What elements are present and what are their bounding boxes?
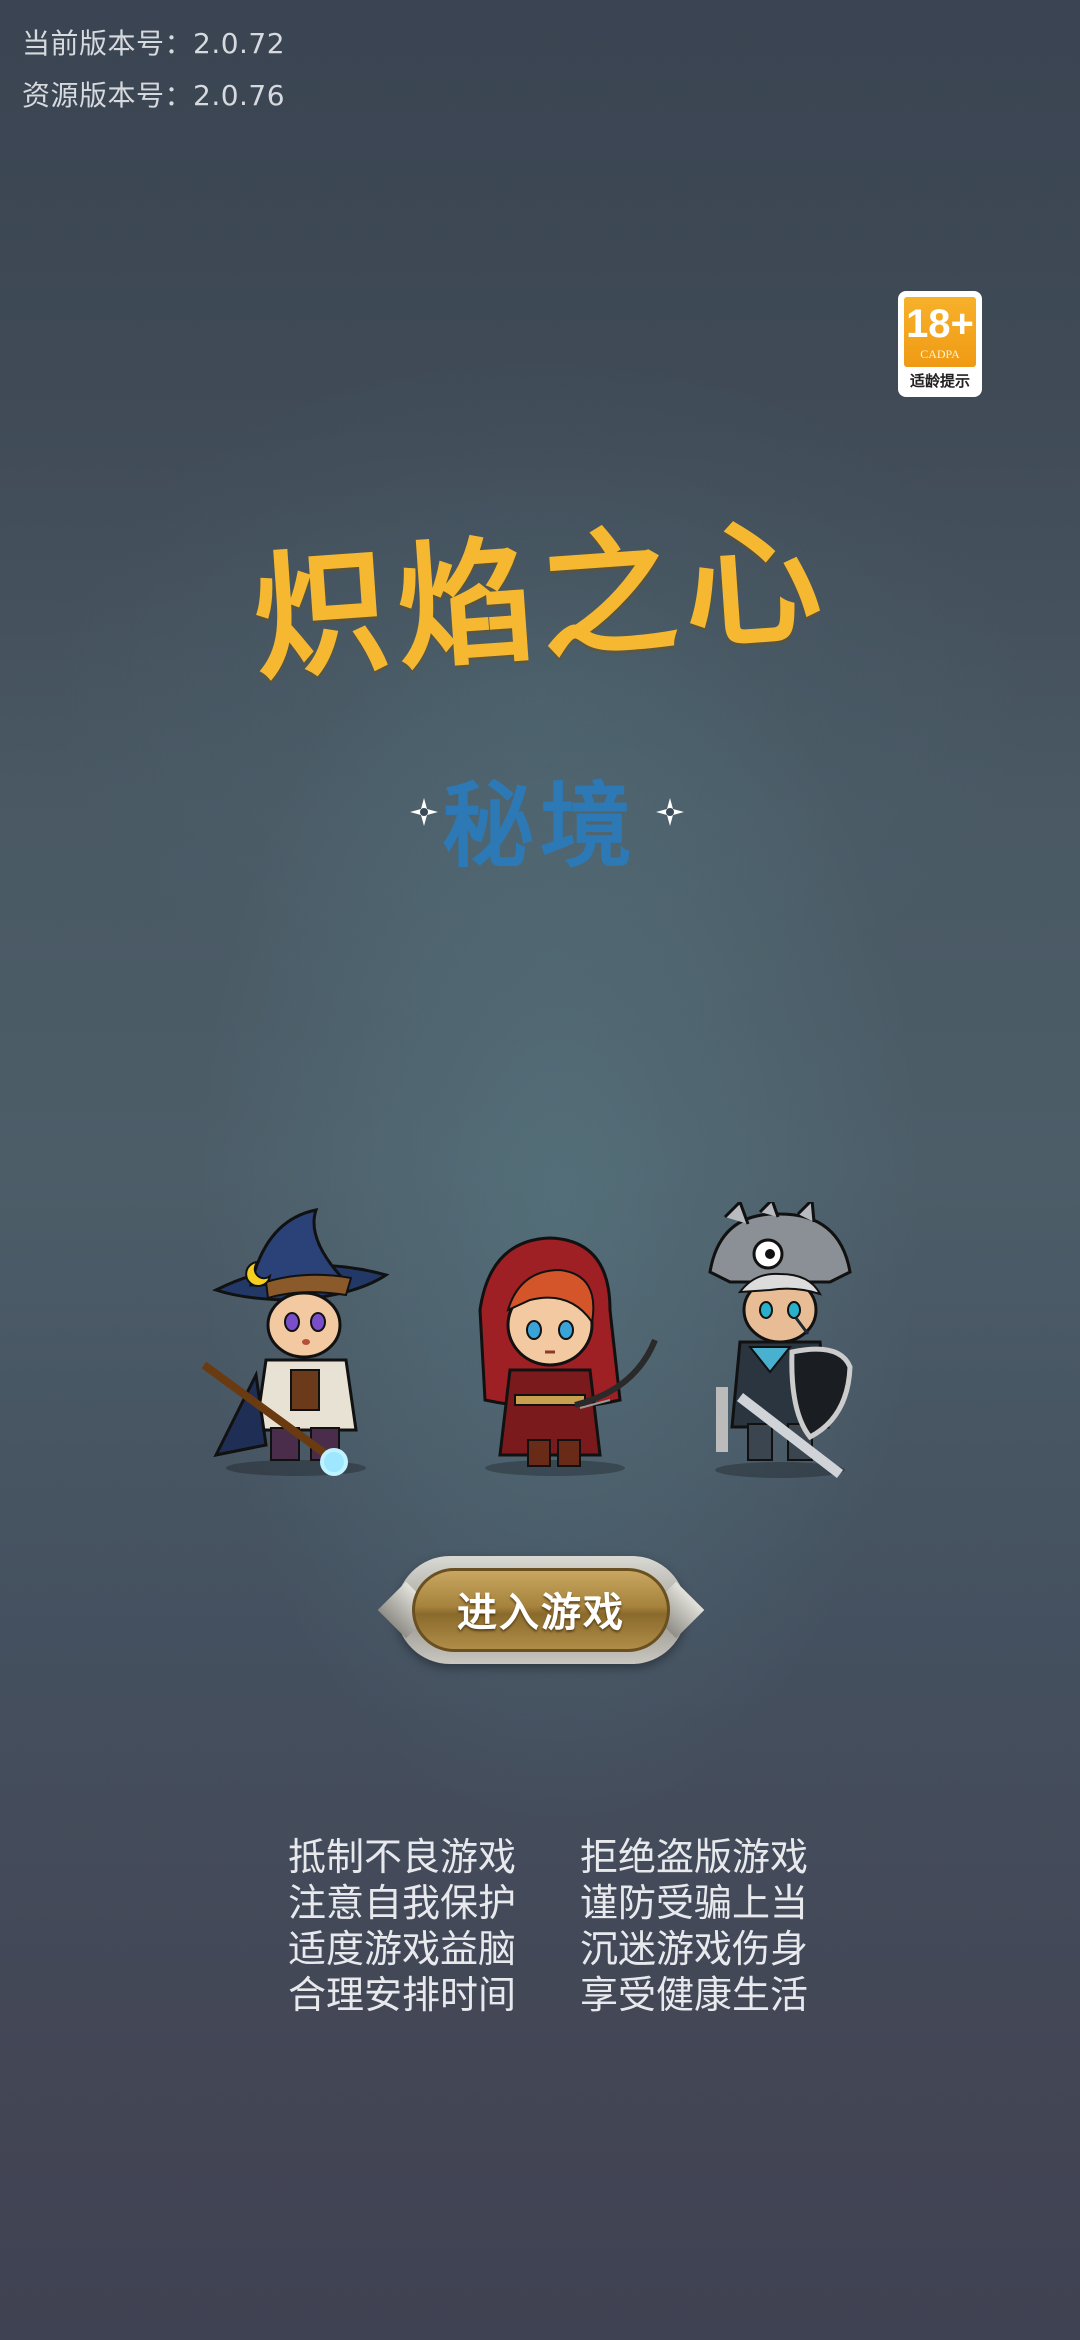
game-subtitle: 秘境 — [441, 773, 638, 880]
age-rating-org: CADPA — [920, 347, 960, 361]
age-rating-top: 18+ CADPA — [904, 297, 976, 367]
archer-character — [478, 1236, 658, 1476]
notice-row: 适度游戏益脑 沉迷游戏伤身 — [288, 1926, 808, 1972]
notice-row: 合理安排时间 享受健康生活 — [288, 1972, 808, 2018]
enter-game-button-label: 进入游戏 — [457, 1590, 625, 1636]
app-version-label: 当前版本号：2.0.72 — [22, 27, 286, 60]
notice-text: 抵制不良游戏 — [288, 1835, 517, 1879]
health-game-notice: 抵制不良游戏 拒绝盗版游戏 注意自我保护 谨防受骗上当 适度游戏益脑 沉迷游戏伤… — [288, 1834, 808, 2018]
knight-character — [708, 1202, 853, 1478]
resource-version-label: 资源版本号：2.0.76 — [22, 79, 286, 112]
notice-text: 享受健康生活 — [579, 1973, 808, 2017]
notice-text: 沉迷游戏伤身 — [579, 1927, 808, 1971]
notice-text: 合理安排时间 — [288, 1973, 517, 2017]
game-title: 炽焰之心 — [248, 502, 834, 700]
notice-text: 谨防受骗上当 — [579, 1881, 808, 1925]
notice-text: 适度游戏益脑 — [288, 1927, 517, 1971]
age-rating-number: 18+ — [906, 302, 974, 346]
sparkle-icon — [656, 798, 684, 826]
subtitle-row: 秘境 — [0, 752, 1080, 880]
notice-text: 注意自我保护 — [288, 1881, 517, 1925]
notice-row: 注意自我保护 谨防受骗上当 — [288, 1880, 808, 1926]
wizard-character — [201, 1208, 390, 1476]
age-rating-badge[interactable]: 18+ CADPA 适龄提示 — [900, 293, 980, 395]
notice-text: 拒绝盗版游戏 — [579, 1835, 808, 1879]
age-rating-hint: 适龄提示 — [909, 372, 970, 390]
enter-game-button[interactable]: 进入游戏 — [396, 1556, 686, 1664]
notice-row: 抵制不良游戏 拒绝盗版游戏 — [288, 1834, 808, 1880]
